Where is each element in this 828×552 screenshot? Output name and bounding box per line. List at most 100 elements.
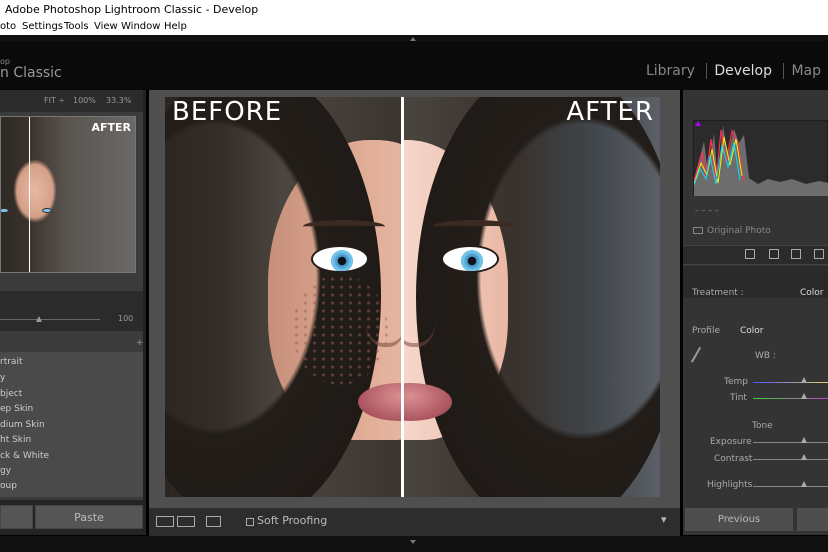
after-label: AFTER — [566, 97, 654, 127]
before-after-divider[interactable] — [401, 97, 404, 497]
identity-plate: op n Classic Library Develop Map — [0, 41, 828, 90]
after-eye — [441, 245, 499, 273]
preset-amount-slider[interactable] — [0, 319, 100, 320]
window-titlebar: Adobe Photoshop Lightroom Classic - Deve… — [0, 0, 828, 19]
white-balance-picker-icon[interactable] — [690, 346, 715, 371]
after-nose — [401, 287, 436, 347]
module-library[interactable]: Library — [639, 63, 702, 79]
histogram-readouts: – – – – — [695, 206, 719, 215]
develop-toolbar: Soft Proofing ▾ — [149, 508, 680, 536]
preset-item-black-white[interactable]: ck & White — [0, 451, 49, 461]
navigator-header: FIT ÷ 100% 33.3% — [0, 90, 143, 112]
toolbar-dropdown-icon[interactable]: ▾ — [661, 513, 667, 526]
preset-item-subject[interactable]: bject — [0, 389, 22, 399]
before-after-swap-icon[interactable] — [206, 516, 221, 527]
tint-knob[interactable] — [801, 393, 807, 399]
exposure-label: Exposure — [710, 437, 752, 447]
preset-item-energy[interactable]: gy — [0, 466, 11, 476]
contrast-knob[interactable] — [801, 454, 807, 460]
menu-settings[interactable]: Settings — [22, 19, 63, 35]
left-panel: FIT ÷ 100% 33.3% AFTER 100 + rtrait y bj… — [0, 90, 146, 535]
add-preset-icon[interactable]: + — [136, 338, 144, 348]
original-photo-icon — [693, 227, 703, 234]
contrast-slider[interactable] — [753, 459, 828, 460]
exposure-knob[interactable] — [801, 437, 807, 443]
navigator-zoom-333[interactable]: 33.3% — [106, 96, 131, 105]
treatment-section: Treatment : Color — [683, 266, 828, 298]
menubar: oto Settings Tools View Window Help — [0, 19, 828, 35]
right-panel: – – – – Original Photo ◉ Treatment : Col… — [683, 90, 828, 535]
copy-button[interactable] — [0, 505, 33, 529]
module-develop[interactable]: Develop — [706, 63, 779, 79]
module-map[interactable]: Map — [783, 63, 828, 79]
preset-item-portrait[interactable]: rtrait — [0, 357, 22, 367]
before-after-split-icon[interactable] — [177, 516, 195, 527]
menu-window[interactable]: Window — [121, 19, 160, 35]
preset-item-group[interactable]: oup — [0, 481, 17, 491]
before-iris — [331, 250, 353, 271]
main-image-area: BEFORE AFTER — [149, 90, 680, 508]
menu-tools[interactable]: Tools — [64, 19, 89, 35]
preset-item-beauty[interactable]: y — [0, 373, 5, 383]
preset-amount-knob[interactable] — [36, 316, 42, 322]
thumbnail-divider — [29, 117, 30, 272]
tint-label: Tint — [730, 393, 747, 403]
before-label: BEFORE — [172, 97, 283, 127]
histogram-chart-icon — [694, 121, 828, 196]
previous-button[interactable]: Previous — [685, 508, 793, 531]
menu-view[interactable]: View — [94, 19, 118, 35]
preset-item-medium-skin[interactable]: dium Skin — [0, 420, 45, 430]
thumbnail-after-label: AFTER — [91, 121, 131, 134]
loupe-view-icon[interactable] — [156, 516, 174, 527]
navigator-face-image — [1, 117, 135, 272]
thumb-right-eye — [42, 208, 52, 213]
before-eyebrow — [303, 220, 385, 233]
after-hair — [416, 97, 660, 497]
tint-slider[interactable] — [753, 398, 828, 399]
left-panel-buttons: Paste — [0, 500, 143, 535]
temp-label: Temp — [724, 377, 748, 387]
temp-knob[interactable] — [801, 377, 807, 383]
preset-item-light-skin[interactable]: ht Skin — [0, 435, 31, 445]
before-image: BEFORE — [165, 97, 401, 497]
reset-button[interactable] — [797, 508, 828, 531]
soft-proofing-checkbox[interactable] — [246, 518, 254, 526]
highlights-slider[interactable] — [753, 486, 828, 487]
tool-strip — [683, 245, 828, 265]
collapse-filmstrip-icon[interactable] — [410, 540, 416, 544]
treatment-value[interactable]: Color — [800, 288, 824, 298]
exposure-slider[interactable] — [753, 442, 828, 443]
profile-value[interactable]: Color — [740, 326, 764, 336]
window-title: Adobe Photoshop Lightroom Classic - Deve… — [5, 3, 259, 16]
healing-tool-icon[interactable] — [769, 249, 779, 259]
navigator-zoom-100[interactable]: 100% — [73, 96, 96, 105]
bottom-panel-divider — [0, 536, 828, 552]
preset-amount-row — [0, 291, 143, 331]
tone-label: Tone — [752, 421, 773, 431]
after-eyebrow — [433, 220, 515, 233]
paste-button[interactable]: Paste — [35, 505, 143, 529]
navigator-thumbnail[interactable]: AFTER — [0, 116, 136, 273]
histogram[interactable] — [693, 120, 828, 196]
temp-slider[interactable] — [753, 382, 828, 383]
before-after-photo[interactable]: BEFORE AFTER — [165, 97, 660, 497]
white-balance-label: WB : — [755, 351, 776, 361]
preset-item-deep-skin[interactable]: ep Skin — [0, 404, 33, 414]
menu-photo[interactable]: oto — [0, 19, 16, 35]
preset-list: rtrait y bject ep Skin dium Skin ht Skin… — [0, 352, 143, 497]
red-eye-tool-icon[interactable] — [791, 249, 801, 259]
masking-tool-icon[interactable] — [814, 249, 824, 259]
highlights-knob[interactable] — [801, 481, 807, 487]
after-iris — [461, 250, 483, 271]
original-photo-label: Original Photo — [707, 226, 771, 236]
before-eye — [311, 245, 369, 273]
after-image: AFTER — [401, 97, 660, 497]
navigator-fit[interactable]: FIT ÷ — [44, 96, 65, 105]
module-picker: Library Develop Map — [639, 63, 828, 79]
crop-tool-icon[interactable] — [745, 249, 755, 259]
profile-label: Profile — [692, 326, 720, 336]
contrast-label: Contrast — [714, 454, 753, 464]
menu-help[interactable]: Help — [164, 19, 187, 35]
soft-proofing-label: Soft Proofing — [257, 514, 328, 527]
highlights-label: Highlights — [707, 480, 753, 490]
